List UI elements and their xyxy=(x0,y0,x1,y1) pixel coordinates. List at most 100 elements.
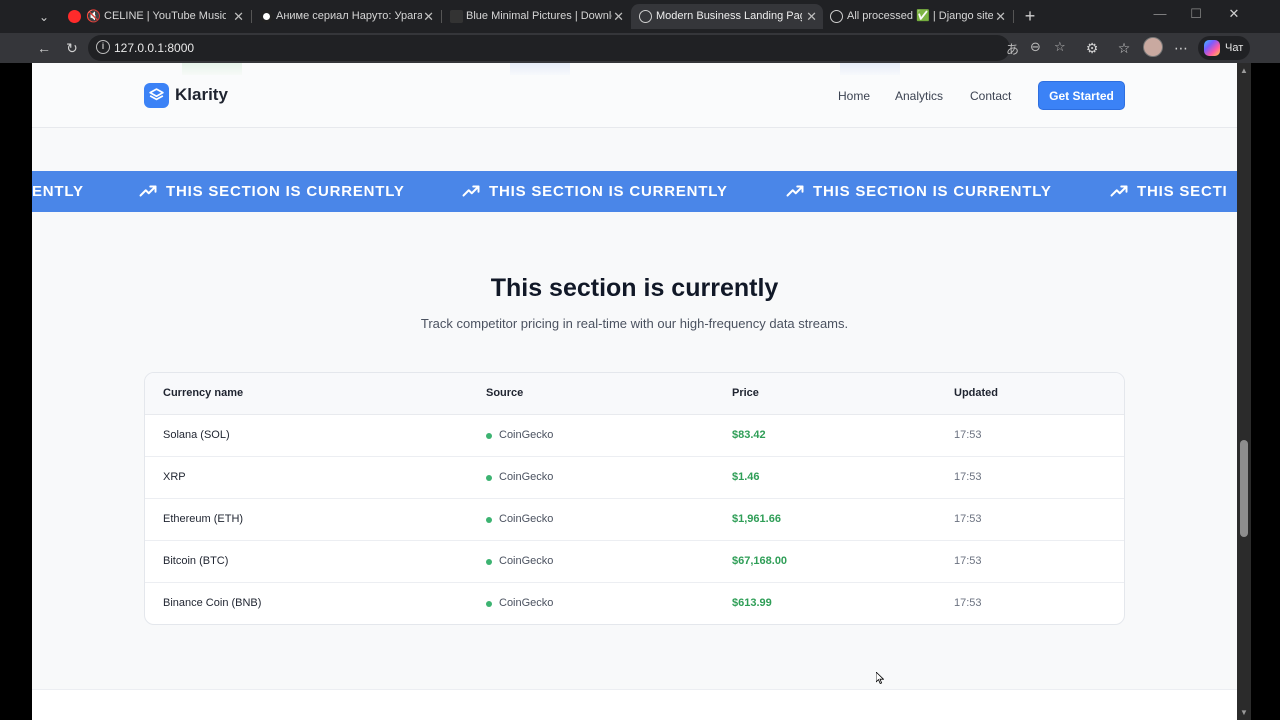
table-row: Ethereum (ETH) CoinGecko $1,961.66 17:53 xyxy=(145,499,1124,541)
browser-tab-bar: ⌄ 🔇 CELINE | YouTube Music ✕ Аниме сериа… xyxy=(0,0,1280,33)
nav-analytics-link[interactable]: Analytics xyxy=(895,89,943,103)
copilot-icon xyxy=(1204,40,1220,56)
updated-time: 17:53 xyxy=(954,555,982,567)
brand-name[interactable]: Klarity xyxy=(175,85,228,105)
address-bar[interactable]: i 127.0.0.1:8000 あ ⊖ ☆ xyxy=(88,35,1066,61)
profile-avatar[interactable] xyxy=(1143,37,1163,57)
youtube-music-icon xyxy=(68,10,81,23)
tab-title: Blue Minimal Pictures | Download xyxy=(466,10,612,22)
globe-icon xyxy=(639,10,652,23)
table-row: Solana (SOL) CoinGecko $83.42 17:53 xyxy=(145,415,1124,457)
close-tab-icon[interactable]: ✕ xyxy=(995,4,1006,29)
source-cell: CoinGecko xyxy=(486,429,554,441)
currency-name: Solana (SOL) xyxy=(163,429,230,441)
tab-title: CELINE | YouTube Music xyxy=(104,10,226,22)
new-tab-plus-icon[interactable]: + xyxy=(1020,5,1040,27)
column-header-currency: Currency name xyxy=(163,387,244,399)
page-viewport: Klarity Home Analytics Contact Get Start… xyxy=(32,63,1237,720)
next-section xyxy=(32,689,1237,720)
price-value: $67,168.00 xyxy=(732,555,788,567)
close-tab-icon[interactable]: ✕ xyxy=(806,4,817,29)
favorites-icon[interactable]: ☆ xyxy=(1114,38,1134,58)
marquee-text: THIS SECTION IS CURRENTLY xyxy=(166,183,405,200)
updated-time: 17:53 xyxy=(954,597,982,609)
tab-naruto[interactable]: Аниме сериал Наруто: Ураганные ✕ xyxy=(252,4,440,29)
source-name: CoinGecko xyxy=(499,471,554,483)
trending-up-icon xyxy=(139,185,157,197)
underlying-content-fade xyxy=(840,63,900,75)
chat-label: Чат xyxy=(1225,42,1244,54)
globe-icon xyxy=(830,10,843,23)
close-tab-icon[interactable]: ✕ xyxy=(423,4,434,29)
page-scrollbar[interactable]: ▲ ▼ xyxy=(1237,63,1251,720)
live-dot-icon xyxy=(486,559,492,565)
price-value: $1,961.66 xyxy=(732,513,781,525)
nav-contact-link[interactable]: Contact xyxy=(970,89,1011,103)
tab-title: All processed ✅ | Django site adm xyxy=(847,10,993,22)
close-window-icon[interactable]: ✕ xyxy=(1224,6,1244,22)
minimize-icon[interactable]: — xyxy=(1150,6,1170,21)
extensions-icon[interactable]: ⚙ xyxy=(1082,38,1102,58)
pictures-site-icon xyxy=(450,10,463,23)
maximize-icon[interactable]: ☐ xyxy=(1186,6,1206,22)
currency-name: Ethereum (ETH) xyxy=(163,513,244,525)
close-tab-icon[interactable]: ✕ xyxy=(613,4,624,29)
updated-time: 17:53 xyxy=(954,513,982,525)
column-header-updated: Updated xyxy=(954,387,998,399)
live-dot-icon xyxy=(486,433,492,439)
source-cell: CoinGecko xyxy=(486,471,554,483)
tab-list-chevron-icon[interactable]: ⌄ xyxy=(34,8,54,26)
table-row: XRP CoinGecko $1.46 17:53 xyxy=(145,457,1124,499)
source-name: CoinGecko xyxy=(499,513,554,525)
scrollbar-thumb[interactable] xyxy=(1240,440,1248,537)
trending-up-icon xyxy=(786,185,804,197)
underlying-content-fade xyxy=(182,63,242,75)
column-header-price: Price xyxy=(732,387,759,399)
translate-icon[interactable]: あ xyxy=(1006,39,1019,58)
tab-business-landing-active[interactable]: Modern Business Landing Page Ex ✕ xyxy=(631,4,823,29)
back-arrow-icon[interactable]: ← xyxy=(34,38,54,58)
marquee-text: THIS SECTION IS CURRENTLY xyxy=(489,183,728,200)
muted-speaker-icon[interactable]: 🔇 xyxy=(86,9,101,23)
table-header: Currency name Source Price Updated xyxy=(145,373,1124,415)
live-dot-icon xyxy=(486,475,492,481)
more-menu-icon[interactable]: ⋯ xyxy=(1171,38,1191,58)
source-cell: CoinGecko xyxy=(486,513,554,525)
site-header: Klarity Home Analytics Contact Get Start… xyxy=(32,63,1237,128)
nav-home-link[interactable]: Home xyxy=(838,89,870,103)
tab-youtube-music[interactable]: 🔇 CELINE | YouTube Music ✕ xyxy=(60,4,250,29)
scroll-up-arrow-icon[interactable]: ▲ xyxy=(1239,66,1249,75)
layers-icon[interactable] xyxy=(144,83,169,108)
price-table: Currency name Source Price Updated Solan… xyxy=(144,372,1125,625)
tab-blue-minimal[interactable]: Blue Minimal Pictures | Download ✕ xyxy=(442,4,630,29)
column-header-source: Source xyxy=(486,387,524,399)
updated-time: 17:53 xyxy=(954,429,982,441)
trending-up-icon xyxy=(462,185,480,197)
marquee-text-fragment: THIS SECTI xyxy=(1137,183,1228,200)
underlying-content-fade xyxy=(510,63,570,75)
get-started-button[interactable]: Get Started xyxy=(1038,81,1125,110)
price-value: $1.46 xyxy=(732,471,760,483)
source-cell: CoinGecko xyxy=(486,555,553,567)
copilot-chat-button[interactable]: Чат xyxy=(1198,36,1250,60)
close-tab-icon[interactable]: ✕ xyxy=(233,4,244,29)
scroll-down-arrow-icon[interactable]: ▼ xyxy=(1239,708,1249,717)
favorite-star-icon[interactable]: ☆ xyxy=(1054,39,1066,55)
source-cell: CoinGecko xyxy=(486,597,554,609)
currency-name: XRP xyxy=(163,471,186,483)
currency-name: Bitcoin (BTC) xyxy=(163,555,229,567)
marquee-text: THIS SECTION IS CURRENTLY xyxy=(813,183,1052,200)
window-edge xyxy=(1251,63,1280,720)
reading-mode-icon[interactable]: ⊖ xyxy=(1030,39,1041,55)
live-dot-icon xyxy=(486,517,492,523)
reload-icon[interactable]: ↻ xyxy=(62,38,82,58)
site-info-icon[interactable]: i xyxy=(96,40,110,54)
source-name: CoinGecko xyxy=(499,429,554,441)
source-name: CoinGecko xyxy=(499,597,554,609)
tab-django-admin[interactable]: All processed ✅ | Django site adm ✕ xyxy=(822,4,1012,29)
price-value: $613.99 xyxy=(732,597,772,609)
section-subtitle: Track competitor pricing in real-time wi… xyxy=(420,316,849,331)
trending-up-icon xyxy=(1110,185,1128,197)
url-text[interactable]: 127.0.0.1:8000 xyxy=(114,41,194,55)
table-row: Bitcoin (BTC) CoinGecko $67,168.00 17:53 xyxy=(145,541,1124,583)
